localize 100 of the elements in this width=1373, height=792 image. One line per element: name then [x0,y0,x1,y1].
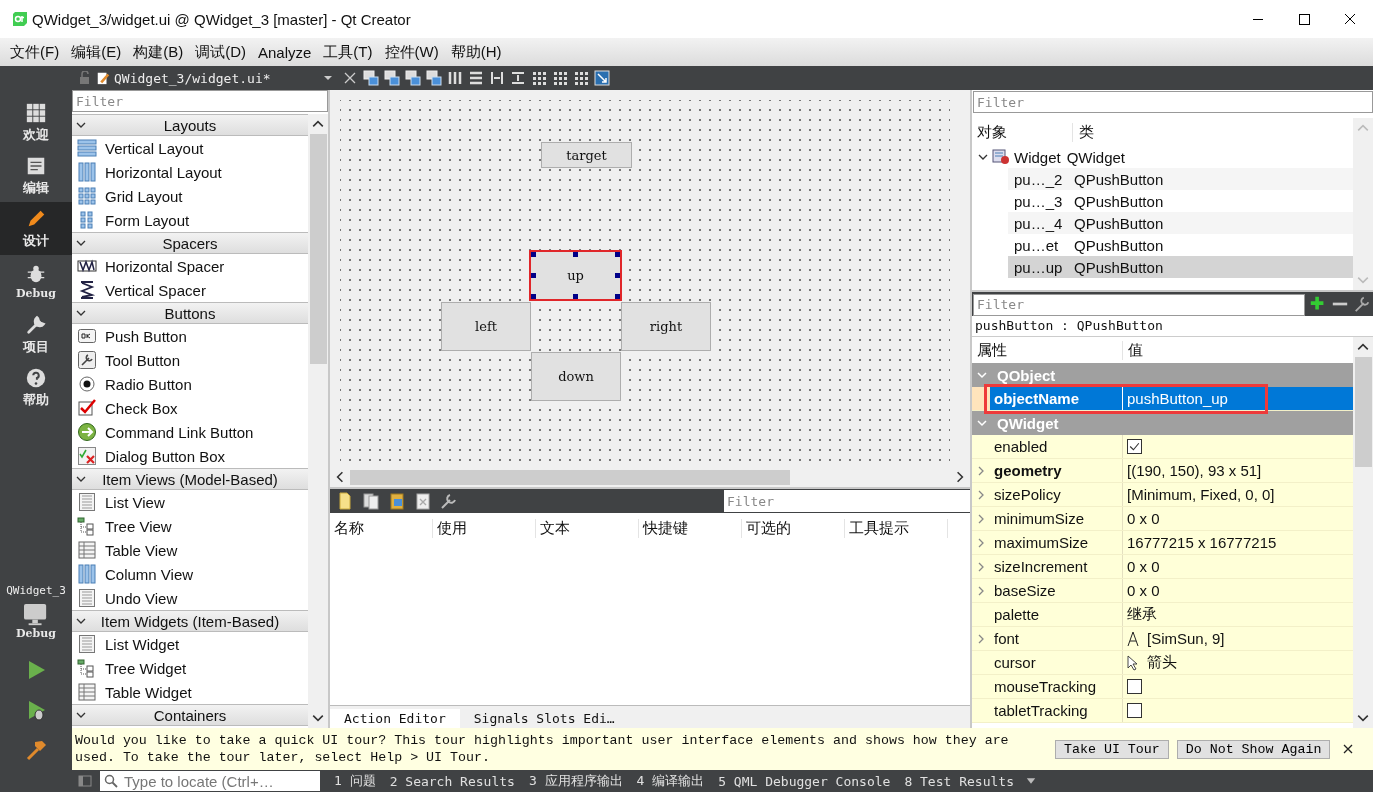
menu-item[interactable]: 构建(B) [127,40,190,64]
column-header[interactable]: 值 [1123,340,1143,360]
form-push-button[interactable]: down [531,352,621,401]
window-icon[interactable] [363,70,379,86]
copy-icon[interactable] [362,492,380,510]
property-row[interactable]: minimumSize 0 x 0 [972,507,1353,531]
widget-list-item[interactable]: Table View [72,538,308,562]
tree-item[interactable]: pu…_4 QPushButton [1008,212,1353,234]
form-push-button[interactable]: target [541,142,632,168]
widget-list-item[interactable]: Command Link Button [72,420,308,444]
section-header[interactable]: Spacers [72,232,308,254]
column-header[interactable]: 使用 [433,518,536,538]
column-header[interactable]: 文本 [536,518,639,538]
column-header[interactable]: 名称 [330,518,433,538]
property-row[interactable]: geometry [(190, 150), 93 x 51] [972,459,1353,483]
resize-handle[interactable] [573,252,578,257]
scrollbar[interactable] [1353,337,1373,728]
section-header[interactable]: Item Views (Model-Based) [72,468,308,490]
mode-button[interactable]: 设计 [0,202,72,255]
resize-handle[interactable] [531,294,536,299]
property-value[interactable]: [(190, 150), 93 x 51] [1127,462,1262,479]
property-row[interactable]: baseSize 0 x 0 [972,579,1353,603]
resize-handle[interactable] [531,252,536,257]
checkbox[interactable] [1127,703,1142,718]
output-pane-button[interactable]: 2 Search Results [389,773,515,789]
property-value[interactable]: 16777215 x 16777215 [1127,534,1277,551]
column-header[interactable]: 快捷键 [639,518,742,538]
filter-field[interactable]: Filter [973,91,1373,113]
widget-list-item[interactable]: Tree Widget [72,656,308,680]
hammer-icon[interactable] [24,738,48,762]
scrollbar[interactable] [308,114,328,728]
wrench-icon[interactable] [1353,295,1371,313]
property-row[interactable]: tabletTracking [972,699,1353,723]
property-value[interactable]: 箭头 [1147,653,1177,672]
column-header[interactable]: 可选的 [742,518,845,538]
output-pane-button[interactable]: 1 问题 [334,772,376,790]
grid-icon[interactable] [531,70,547,86]
mode-button[interactable]: 编辑 [0,149,72,202]
property-row[interactable]: mouseTracking [972,675,1353,699]
resize-handle[interactable] [615,273,620,278]
grid-icon[interactable] [552,70,568,86]
sidebar-toggle-icon[interactable] [78,774,92,788]
widget-list-item[interactable]: Horizontal Layout [72,160,308,184]
widget-list-item[interactable]: Horizontal Spacer [72,254,308,278]
section-header[interactable]: Layouts [72,114,308,136]
tree-item[interactable]: pu…up QPushButton [1008,256,1353,278]
rows-icon[interactable] [468,70,484,86]
output-pane-button[interactable]: 3 应用程序输出 [528,772,623,790]
checkbox[interactable] [1127,439,1142,454]
output-pane-button[interactable]: 4 编译输出 [636,772,705,790]
resize-handle[interactable] [531,273,536,278]
property-row[interactable]: sizeIncrement 0 x 0 [972,555,1353,579]
widget-list-item[interactable]: Undo View [72,586,308,610]
locator-field[interactable]: Type to locate (Ctrl+… [100,771,320,791]
tree-item[interactable]: pu…_3 QPushButton [1008,190,1353,212]
widget-list-item[interactable]: List View [72,490,308,514]
widget-list-item[interactable]: Push Button [72,324,308,348]
widget-list-item[interactable]: Dialog Button Box [72,444,308,468]
mode-button[interactable]: 项目 [0,308,72,361]
menu-item[interactable]: 帮助(H) [444,40,508,64]
tab[interactable]: Signals Slots Edi… [459,709,629,728]
resize-icon[interactable] [594,70,610,86]
checkbox[interactable] [1127,679,1142,694]
tree-item[interactable]: pu…et QPushButton [1008,234,1353,256]
menu-item[interactable]: 编辑(E) [65,40,128,64]
property-value[interactable]: [SimSun, 9] [1147,630,1225,647]
mode-button[interactable]: 帮助 [0,361,72,414]
property-value[interactable]: [Minimum, Fixed, 0, 0] [1127,486,1275,503]
resize-handle[interactable] [615,252,620,257]
form-push-button[interactable]: left [441,302,531,351]
property-row[interactable]: enabled [972,435,1353,459]
property-value[interactable]: pushButton_up [1127,390,1228,407]
tour-button[interactable]: Do Not Show Again [1176,739,1331,759]
filter-field[interactable]: Filter [72,90,328,112]
widget-list-item[interactable]: List Widget [72,632,308,656]
mode-button[interactable]: Debug [0,255,72,308]
resize-handle[interactable] [615,294,620,299]
column-header[interactable]: 属性 [972,340,1123,360]
split-columns-icon[interactable] [489,70,505,86]
property-row[interactable]: maximumSize 16777215 x 16777215 [972,531,1353,555]
form-push-button[interactable]: right [621,302,711,351]
widget-list-item[interactable]: Radio Button [72,372,308,396]
property-value[interactable]: 0 x 0 [1127,582,1160,599]
tab[interactable]: Action Editor [330,709,460,728]
scrollbar-thumb[interactable] [350,469,790,485]
menu-item[interactable]: 调试(D) [189,40,252,64]
property-row[interactable]: palette 继承 [972,603,1353,627]
grid-icon[interactable] [573,70,589,86]
window-icon[interactable] [426,70,442,86]
menu-item[interactable]: 文件(F) [4,40,66,64]
widget-list-item[interactable]: Vertical Layout [72,136,308,160]
mode-button[interactable]: 欢迎 [0,96,72,149]
menu-item[interactable]: 工具(T) [317,40,379,64]
menu-item[interactable]: 控件(W) [378,40,445,64]
section-header[interactable]: Buttons [72,302,308,324]
property-value[interactable]: 继承 [1127,605,1157,624]
resize-handle[interactable] [573,294,578,299]
column-header[interactable]: 类 [1073,122,1094,142]
split-rows-icon[interactable] [510,70,526,86]
column-header[interactable]: 工具提示 [845,518,948,538]
